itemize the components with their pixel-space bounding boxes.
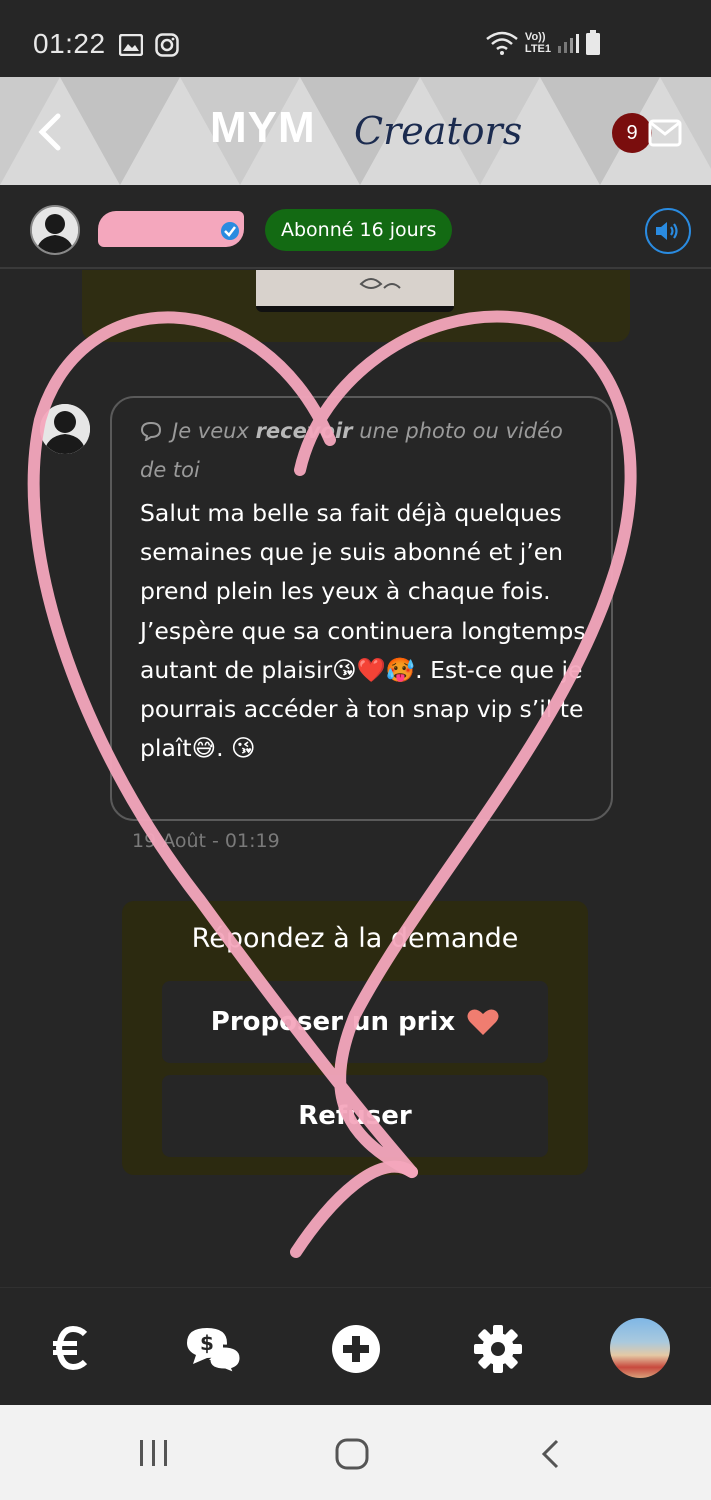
back-arrow-icon[interactable] <box>34 113 64 151</box>
recent-apps-icon[interactable] <box>137 1438 171 1468</box>
message-date: 19 Août - 01:19 <box>132 830 280 852</box>
app-header: MYM Creators <box>0 77 711 185</box>
settings-gear-icon[interactable] <box>473 1324 523 1374</box>
heart-icon <box>467 1009 499 1035</box>
gallery-icon <box>119 34 143 56</box>
previous-media-thumbnail[interactable] <box>256 270 454 312</box>
signal-icon <box>558 34 579 53</box>
default-avatar-icon <box>40 404 90 454</box>
notification-badge[interactable]: 9 <box>612 113 652 153</box>
speaker-icon <box>656 222 678 240</box>
verified-icon <box>221 222 239 240</box>
message-text: Salut ma belle sa fait déjà quelques sem… <box>140 499 586 763</box>
default-avatar-icon <box>32 207 78 253</box>
chat-bubble-icon <box>140 421 162 441</box>
propose-price-button[interactable]: Proposer un prix <box>162 981 548 1063</box>
wifi-icon <box>486 31 518 55</box>
tattoo-thumbnail <box>256 270 454 306</box>
conversation-header: Abonné 16 jours <box>0 185 711 269</box>
refuse-button[interactable]: Refuser <box>162 1075 548 1157</box>
mail-icon[interactable] <box>648 119 682 147</box>
add-plus-icon[interactable] <box>331 1324 381 1374</box>
money-chat-icon[interactable]: $ <box>183 1326 243 1374</box>
back-nav-icon[interactable] <box>538 1438 562 1470</box>
respond-title: Répondez à la demande <box>191 923 519 954</box>
user-avatar[interactable] <box>30 205 80 255</box>
network-lte: LTE1 <box>524 43 551 55</box>
network-label: Vo)) LTE1 <box>525 31 551 55</box>
status-time: 01:22 <box>33 28 106 59</box>
bottom-navigation: $ <box>0 1287 711 1405</box>
home-icon[interactable] <box>334 1438 370 1470</box>
sender-avatar <box>40 404 90 454</box>
profile-avatar[interactable] <box>610 1318 670 1378</box>
euro-icon[interactable] <box>52 1326 90 1370</box>
network-volte: Vo)) <box>524 31 546 43</box>
system-navigation-bar <box>0 1405 711 1500</box>
battery-icon <box>586 30 600 55</box>
subscription-badge: Abonné 16 jours <box>265 209 453 251</box>
propose-price-label: Proposer un prix <box>210 1007 456 1037</box>
status-bar: 01:22 Vo)) LTE1 <box>0 0 711 77</box>
request-prefix: Je veux <box>172 419 256 443</box>
status-right-icons: Vo)) LTE1 <box>485 30 601 56</box>
sound-button[interactable] <box>645 208 691 254</box>
logo-creators: Creators <box>354 109 523 153</box>
request-bold: recevoir <box>255 419 353 443</box>
respond-panel: Répondez à la demande Proposer un prix R… <box>122 901 588 1175</box>
request-type: Je veux recevoir une photo ou vidéo de t… <box>140 412 590 490</box>
logo-mym: MYM <box>210 103 316 152</box>
instagram-icon <box>155 33 179 57</box>
svg-text:$: $ <box>200 1331 214 1355</box>
message-bubble: Je veux recevoir une photo ou vidéo de t… <box>110 396 613 821</box>
